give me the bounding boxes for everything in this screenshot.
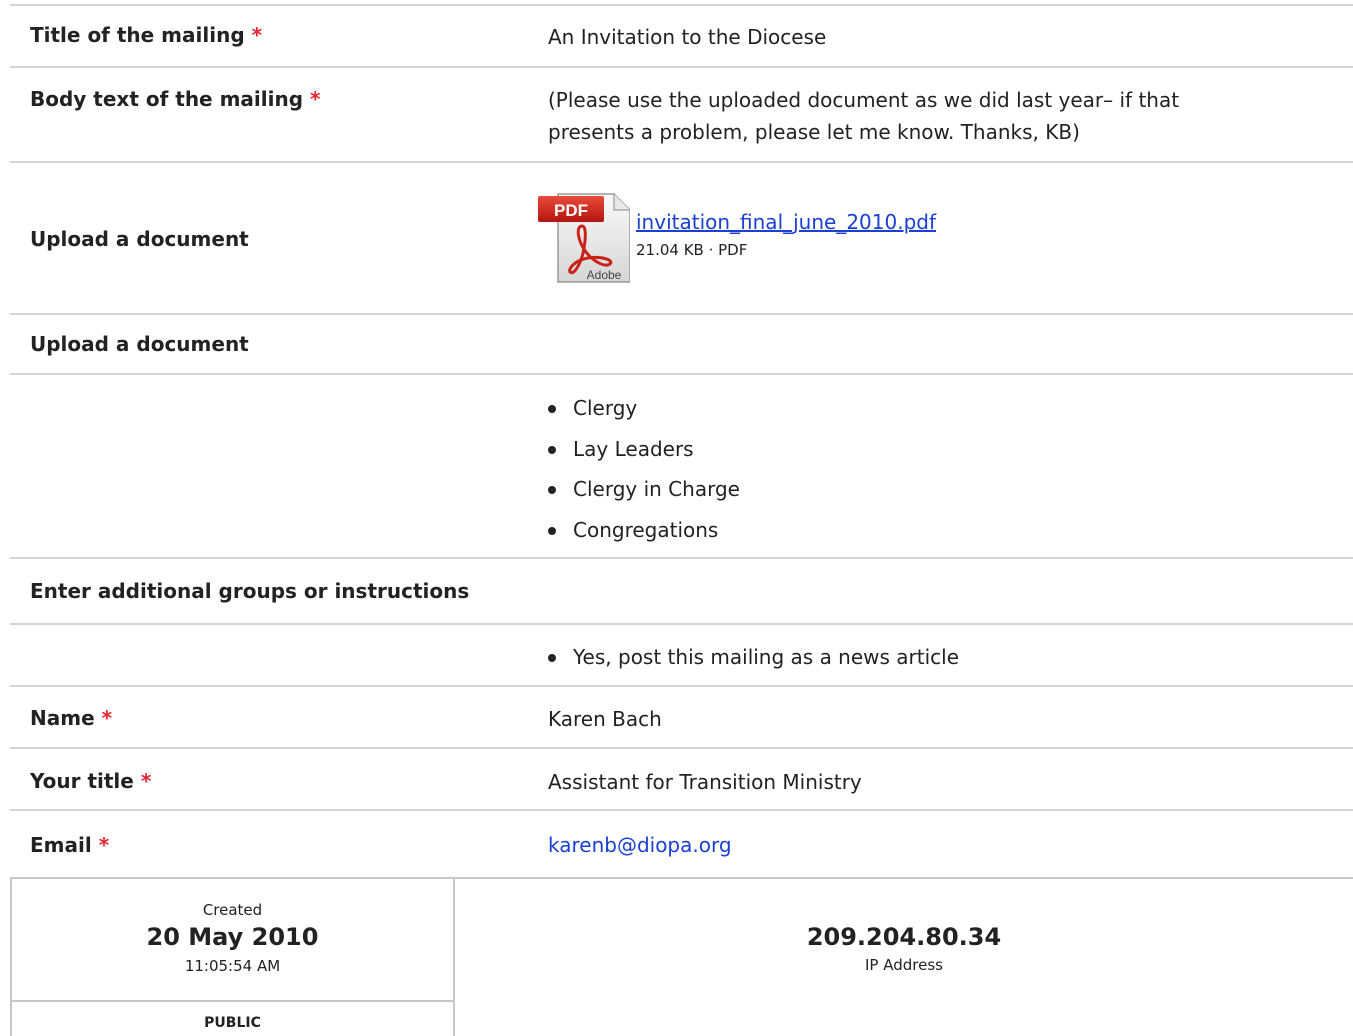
- file-size-type: 21.04 KB · PDF: [636, 241, 748, 259]
- field-value-body: (Please use the uploaded document as we …: [548, 88, 1180, 144]
- required-mark: *: [310, 87, 321, 111]
- list-item: Clergy: [548, 392, 740, 433]
- submission-view: Title of the mailing * An Invitation to …: [0, 0, 1353, 1036]
- field-value-title: An Invitation to the Diocese: [548, 25, 827, 49]
- groups-list: Clergy Lay Leaders Clergy in Charge Cong…: [548, 392, 740, 554]
- field-row-name: Name * Karen Bach: [10, 687, 1353, 749]
- field-row-email: Email * karenb@diopa.org: [10, 811, 1353, 877]
- list-item: Clergy in Charge: [548, 473, 740, 514]
- list-item: Lay Leaders: [548, 433, 740, 474]
- pdf-file-icon[interactable]: PDF Adobe: [530, 190, 630, 286]
- required-mark: *: [251, 23, 263, 47]
- field-value-your-title: Assistant for Transition Ministry: [548, 770, 862, 794]
- field-row-upload-2: Upload a document: [10, 315, 1353, 375]
- field-row-groups: Clergy Lay Leaders Clergy in Charge Cong…: [10, 375, 1353, 559]
- required-mark: *: [98, 833, 110, 857]
- news-options-list: Yes, post this mailing as a news article: [548, 641, 959, 682]
- field-label-name: Name *: [30, 706, 113, 730]
- field-label-your-title: Your title *: [30, 769, 152, 793]
- svg-text:PDF: PDF: [554, 201, 588, 220]
- field-row-your-title: Your title * Assistant for Transition Mi…: [10, 749, 1353, 811]
- field-label-email: Email *: [30, 833, 110, 857]
- email-link[interactable]: karenb@diopa.org: [548, 833, 732, 857]
- created-time: 11:05:54 AM: [184, 957, 281, 975]
- field-row-body: Body text of the mailing * (Please use t…: [10, 68, 1353, 163]
- ip-cell: 209.204.80.34 IP Address: [455, 879, 1353, 975]
- field-label-additional: Enter additional groups or instructions: [30, 579, 470, 603]
- ip-address-label: IP Address: [865, 956, 943, 974]
- created-cell: Created 20 May 2010 11:05:54 AM: [12, 879, 453, 1002]
- field-label-body: Body text of the mailing *: [30, 87, 321, 111]
- svg-text:Adobe: Adobe: [587, 268, 622, 282]
- field-value-name: Karen Bach: [548, 707, 662, 731]
- created-date: 20 May 2010: [146, 923, 319, 951]
- field-row-title: Title of the mailing * An Invitation to …: [10, 6, 1353, 68]
- ip-address-value: 209.204.80.34: [806, 923, 1002, 951]
- field-label-upload-1: Upload a document: [30, 227, 249, 251]
- required-mark: *: [140, 769, 152, 793]
- list-item: Congregations: [548, 514, 740, 555]
- file-download-link[interactable]: invitation_final_june_2010.pdf: [636, 210, 936, 234]
- file-info: invitation_final_june_2010.pdf 21.04 KB …: [636, 207, 936, 261]
- field-row-news: Yes, post this mailing as a news article: [10, 625, 1353, 687]
- field-row-additional: Enter additional groups or instructions: [10, 559, 1353, 625]
- list-item: Yes, post this mailing as a news article: [548, 641, 959, 682]
- field-label-upload-2: Upload a document: [30, 332, 249, 356]
- visibility-badge: PUBLIC: [204, 1015, 261, 1031]
- required-mark: *: [101, 706, 113, 730]
- field-label-title: Title of the mailing *: [30, 23, 263, 47]
- created-label: Created: [202, 901, 263, 919]
